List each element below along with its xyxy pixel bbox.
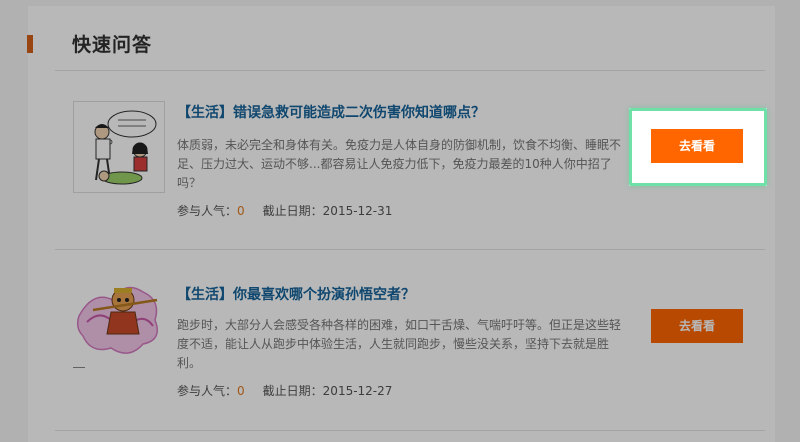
item-divider: [55, 430, 765, 431]
item-description: 体质弱，未必完全和身体有关。免疫力是人体自身的防御机制，饮食不均衡、睡眠不足、压…: [177, 138, 622, 190]
deadline-label: 截止日期：: [262, 384, 323, 398]
section-divider: [55, 70, 765, 71]
deadline-label: 截止日期：: [262, 204, 323, 218]
popularity-count: 0: [237, 204, 245, 218]
item-title[interactable]: 【生活】错误急救可能造成二次伤害你知道哪点？: [177, 102, 485, 122]
item-thumbnail-monkey-king[interactable]: [73, 270, 165, 362]
thumbnail-caption-dash: [73, 367, 85, 368]
quick-qa-panel: [28, 6, 775, 442]
item-thumbnail-first-aid[interactable]: [73, 101, 165, 193]
section-title-bar: [27, 35, 33, 53]
popularity-label: 参与人气：: [177, 204, 238, 218]
go-see-button[interactable]: 去看看: [651, 129, 743, 163]
first-aid-cartoon-image: [74, 102, 164, 192]
item-meta: 参与人气：0 截止日期：2015-12-31: [177, 202, 392, 219]
popularity-count: 0: [237, 384, 245, 398]
popularity-label: 参与人气：: [177, 384, 238, 398]
deadline-date: 2015-12-27: [322, 384, 393, 398]
go-see-button[interactable]: 去看看: [651, 309, 743, 343]
item-title[interactable]: 【生活】你最喜欢哪个扮演孙悟空者？: [177, 284, 415, 304]
item-meta: 参与人气：0 截止日期：2015-12-27: [177, 382, 392, 399]
section-title: 快速问答: [72, 34, 153, 56]
item-description: 跑步时，大部分人会感受各种各样的困难，如口干舌燥、气喘吁吁等。但正是这些轻度不适…: [177, 318, 622, 370]
monkey-king-image: [73, 270, 165, 362]
deadline-date: 2015-12-31: [322, 204, 393, 218]
item-divider: [55, 249, 765, 250]
